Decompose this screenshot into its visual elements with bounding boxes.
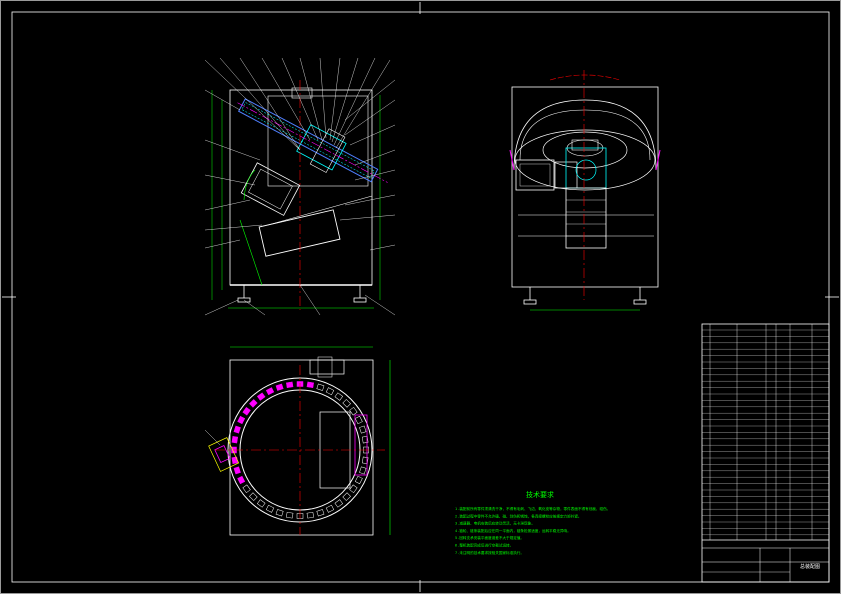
ring-tooth [342, 399, 351, 408]
front-frame-box [229, 89, 373, 286]
ring-tooth [237, 475, 246, 485]
ring-tooth [316, 383, 325, 391]
cad-drawing-sheet: 技术要求 1.装配前所有零件须清洗干净，不得有毛刺、飞边、氧化皮等杂物，零件表面… [0, 0, 841, 594]
ring-tooth [359, 425, 367, 434]
ring-tooth [334, 499, 344, 508]
ring-tooth [265, 504, 275, 513]
front-leveling-feet [237, 285, 367, 303]
ring-tooth [325, 504, 335, 513]
tech-req-title: 技术要求 [526, 490, 554, 499]
ring-tooth [275, 383, 284, 391]
ring-tooth [306, 381, 314, 389]
tech-req-line: 4.链轮、链条装配后应在同一平面内，链条松紧适度，运转平稳无异响。 [455, 528, 571, 533]
ring-tooth [286, 381, 294, 389]
centering-marks [2, 2, 839, 592]
ring-tooth [354, 475, 363, 485]
sheet-outer-border [0, 0, 841, 594]
top-view [204, 346, 391, 536]
ring-tooth [265, 387, 275, 396]
side-view [509, 70, 661, 311]
ring-tooth [256, 499, 266, 508]
tech-req-line: 7.未注明的技术要求按相关国家标准执行。 [455, 550, 524, 555]
ring-tooth [306, 511, 314, 519]
ring-tooth [242, 484, 251, 494]
side-column [565, 187, 607, 249]
title-block: 总装配图 [702, 539, 829, 582]
technical-requirements: 技术要求 1.装配前所有零件须清洗干净，不得有毛刺、飞边、氧化皮等杂物，零件表面… [455, 490, 610, 555]
ring-tooth [233, 425, 241, 434]
ring-tooth [231, 436, 239, 444]
ring-tooth [231, 456, 239, 464]
front-view [204, 57, 396, 316]
ring-tooth [237, 415, 246, 425]
ring-tooth [242, 406, 251, 416]
ring-tooth [349, 406, 358, 416]
ring-tooth [334, 392, 344, 401]
tech-req-line: 6.整机装配完成后进行空载试运转。 [455, 543, 513, 548]
ring-tooth [275, 509, 284, 517]
ring-tooth [249, 399, 258, 408]
tech-req-line: 2.装配过程中零件不允许磕、碰、划伤和锈蚀，各连接螺栓应按规定力矩拧紧。 [455, 513, 582, 518]
ring-tooth [349, 484, 358, 494]
tech-req-line: 5.回转支承安装平面度误差不大于规定值。 [455, 535, 524, 540]
ring-tooth [325, 387, 335, 396]
drawing-name: 总装配图 [800, 563, 820, 570]
tech-req-line: 1.装配前所有零件须清洗干净，不得有毛刺、飞边、氧化皮等杂物，零件表面不得有划痕… [455, 506, 610, 511]
ring-tooth [233, 466, 241, 475]
ring-tooth [316, 509, 325, 517]
ring-tooth [354, 415, 363, 425]
tech-req-line: 3.减速器、电机安装后应转动灵活，无卡滞现象。 [455, 521, 535, 526]
ring-tooth [342, 492, 351, 501]
ring-tooth [286, 511, 294, 519]
ring-tooth [256, 392, 266, 401]
front-leader-lines [204, 57, 396, 316]
ring-tooth [249, 492, 258, 501]
top-drive-motor [309, 359, 345, 375]
side-frame-box [511, 86, 659, 288]
ring-tooth [359, 466, 367, 475]
parts-list-table [701, 323, 830, 583]
